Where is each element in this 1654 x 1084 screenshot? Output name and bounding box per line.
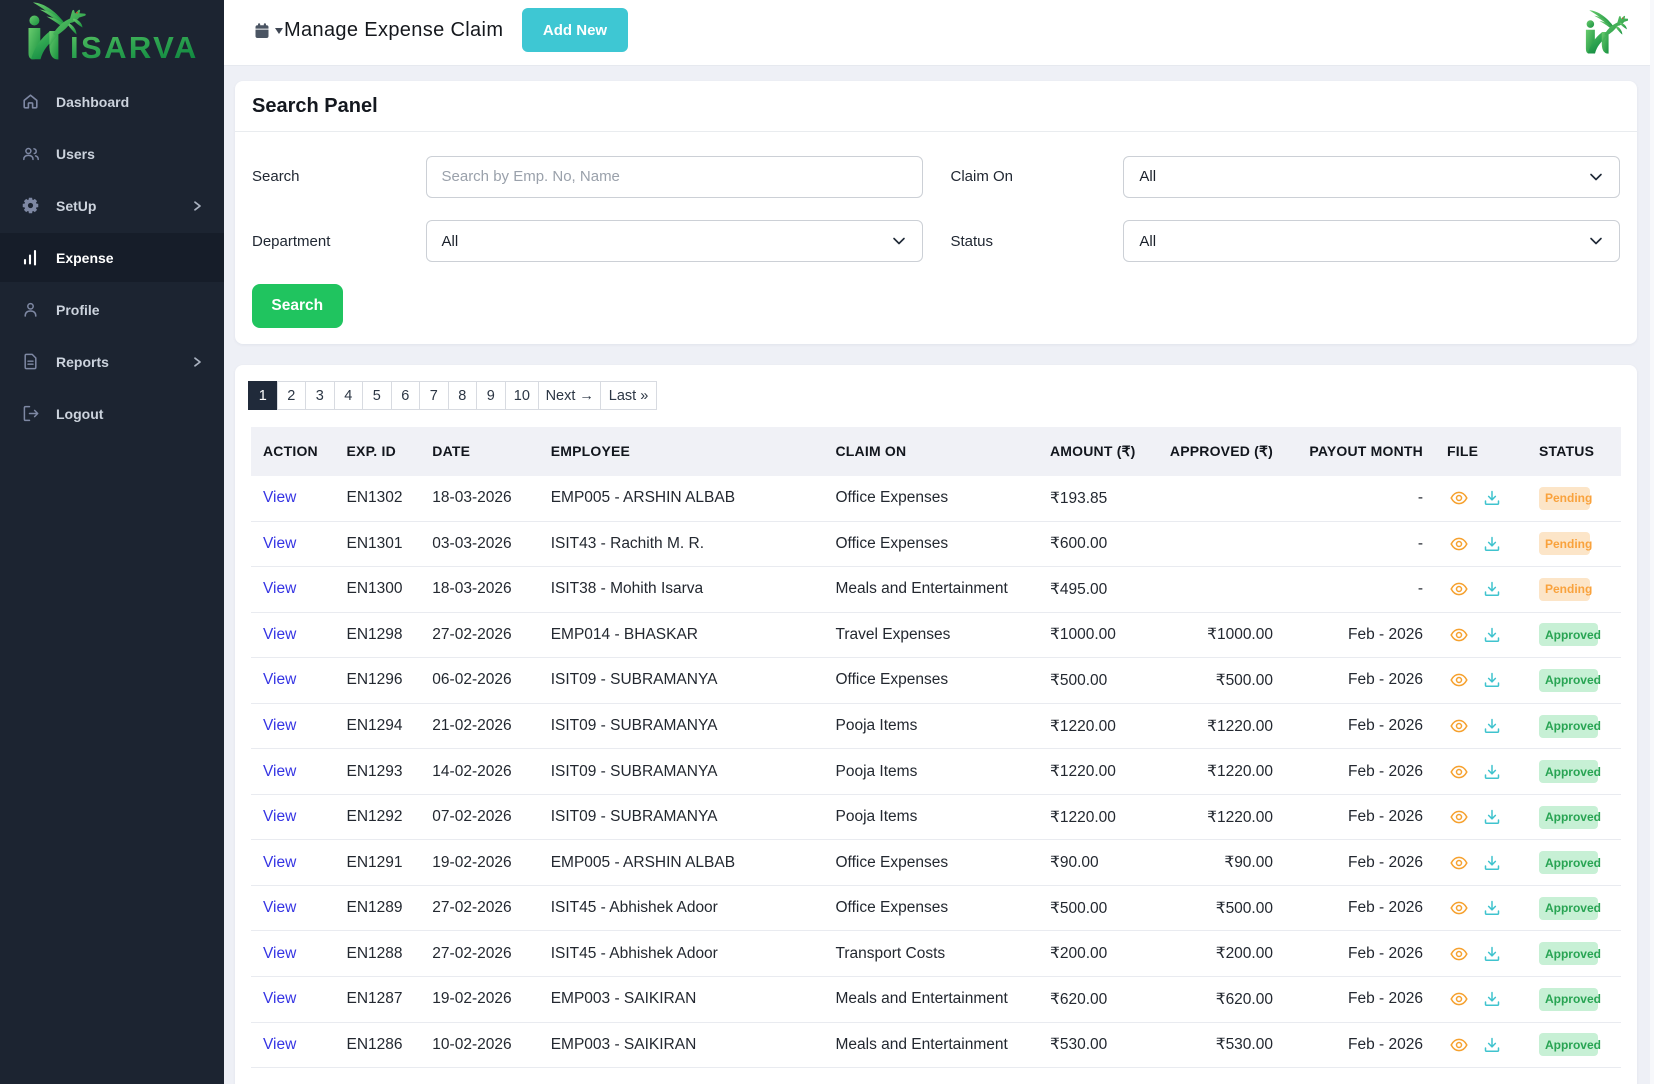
svg-text:ISARVA: ISARVA bbox=[70, 30, 199, 65]
